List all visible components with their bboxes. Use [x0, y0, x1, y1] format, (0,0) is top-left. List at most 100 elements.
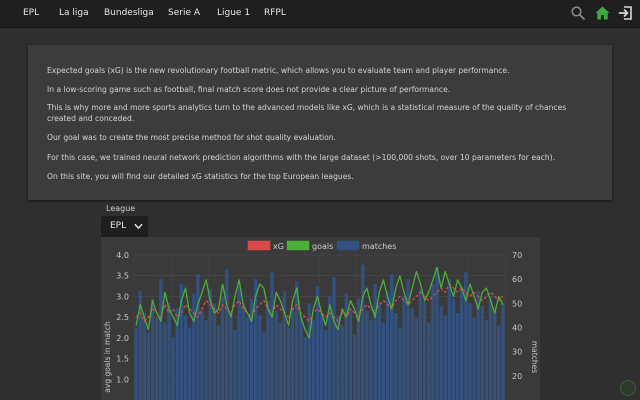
matches-bar — [262, 332, 266, 400]
nav-link-epl[interactable]: EPL — [23, 0, 39, 27]
matches-bar — [488, 296, 493, 400]
matches-bar — [183, 315, 188, 400]
matches-bar — [439, 305, 443, 400]
matches-bar — [418, 288, 423, 400]
nav-link-ligue-1[interactable]: Ligue 1 — [217, 0, 250, 27]
matches-bar — [472, 317, 476, 400]
search-icon[interactable] — [570, 5, 586, 21]
matches-bar — [443, 315, 447, 400]
matches-bar — [344, 293, 348, 400]
y-right-tick-label: 50 — [512, 299, 522, 308]
matches-bar — [258, 315, 262, 400]
matches-bar — [204, 320, 208, 400]
matches-bar — [134, 327, 138, 400]
matches-bar — [468, 303, 472, 400]
matches-bar — [196, 274, 200, 400]
matches-bar — [451, 298, 456, 400]
matches-bar — [389, 274, 394, 400]
matches-bar — [332, 276, 336, 400]
matches-bar — [381, 322, 386, 400]
legend-swatch-xg — [247, 240, 271, 251]
matches-bar — [447, 279, 452, 400]
matches-bar — [171, 337, 175, 400]
matches-bar — [493, 310, 497, 400]
matches-bar — [377, 303, 381, 400]
matches-bar — [303, 337, 307, 400]
matches-bar — [278, 322, 282, 400]
matches-bar — [311, 320, 315, 400]
matches-bar — [159, 279, 163, 400]
nav-link-bundesliga[interactable]: Bundesliga — [104, 0, 154, 27]
y-right-tick-label: 30 — [512, 348, 522, 357]
matches-bar — [480, 305, 484, 400]
y-left-axis-label: avg goals in match — [103, 321, 112, 393]
matches-bar — [369, 320, 373, 400]
matches-bar — [455, 313, 460, 400]
legend-swatch-matches — [336, 240, 360, 251]
goals-chart: 1.0 1.5 2.0 2.5 3.0 3.5 4.0 20 30 40 50 60 70 avg goa… — [101, 237, 540, 400]
login-icon[interactable] — [618, 5, 634, 21]
legend-label-xg: xG — [273, 242, 284, 251]
y-left-tick-label: 1.5 — [116, 355, 129, 364]
matches-bar — [410, 308, 414, 400]
matches-bar — [270, 271, 274, 400]
matches-bar — [266, 300, 270, 400]
matches-bar — [402, 296, 406, 400]
matches-bar — [484, 320, 489, 400]
matches-bar — [340, 325, 344, 400]
matches-bar — [394, 313, 398, 400]
matches-bar — [348, 308, 353, 400]
matches-bar — [233, 329, 237, 400]
league-select[interactable]: EPL — [101, 216, 148, 237]
matches-bar — [365, 310, 369, 400]
matches-bar — [150, 298, 155, 400]
y-left-tick-label: 1.0 — [116, 375, 129, 384]
matches-bar — [167, 303, 171, 400]
intro-paragraph-5: For this case, we trained neural network… — [47, 153, 556, 162]
matches-bar — [460, 286, 464, 400]
matches-bar — [431, 284, 435, 400]
intro-paragraph-6: On this site, you will find our detailed… — [47, 172, 354, 181]
y-left-tick-label: 2.5 — [116, 313, 129, 322]
y-right-axis-label: matches — [530, 341, 539, 373]
legend-label-goals: goals — [312, 242, 333, 251]
matches-bar — [291, 308, 295, 400]
nav-link-rfpl[interactable]: RFPL — [264, 0, 286, 27]
matches-bar — [324, 329, 328, 400]
y-right-tick-label: 70 — [512, 251, 522, 260]
matches-bar — [352, 334, 357, 400]
legend-swatch-goals — [286, 240, 310, 251]
matches-bar — [229, 313, 233, 400]
nav-link-serie-a[interactable]: Serie A — [168, 0, 200, 27]
y-left-tick-label: 3.5 — [116, 272, 129, 281]
matches-bar — [155, 317, 159, 400]
legend-label-matches: matches — [362, 242, 396, 251]
top-navbar: EPL La liga Bundesliga Serie A Ligue 1 R… — [0, 0, 640, 28]
matches-bar — [225, 269, 229, 400]
intro-panel: Expected goals (xG) is the new revolutio… — [28, 45, 612, 200]
matches-bar — [361, 264, 365, 400]
matches-bar — [497, 325, 501, 400]
league-select-label: League — [106, 204, 136, 213]
matches-bar — [245, 317, 250, 400]
matches-bar — [414, 317, 419, 400]
matches-bar — [163, 322, 167, 400]
matches-bar — [241, 305, 245, 400]
y-right-tick-label: 20 — [512, 372, 522, 381]
intro-paragraph-1: Expected goals (xG) is the new revolutio… — [47, 66, 510, 75]
matches-bar — [192, 293, 196, 400]
matches-bar — [398, 327, 402, 400]
goals-chart-svg: 1.0 1.5 2.0 2.5 3.0 3.5 4.0 20 30 40 50 60 70 avg goa… — [103, 240, 539, 400]
matches-bar — [212, 303, 217, 400]
matches-bar — [220, 296, 225, 400]
home-icon[interactable] — [594, 5, 611, 21]
matches-bar — [299, 317, 303, 400]
nav-link-la-liga[interactable]: La liga — [59, 0, 89, 27]
matches-bar — [373, 284, 377, 400]
chat-icon[interactable] — [620, 380, 636, 396]
matches-bar — [286, 327, 291, 400]
matches-bar — [142, 313, 146, 400]
matches-bar — [146, 332, 151, 400]
y-left-tick-label: 4.0 — [116, 251, 129, 260]
matches-bar — [501, 303, 505, 400]
